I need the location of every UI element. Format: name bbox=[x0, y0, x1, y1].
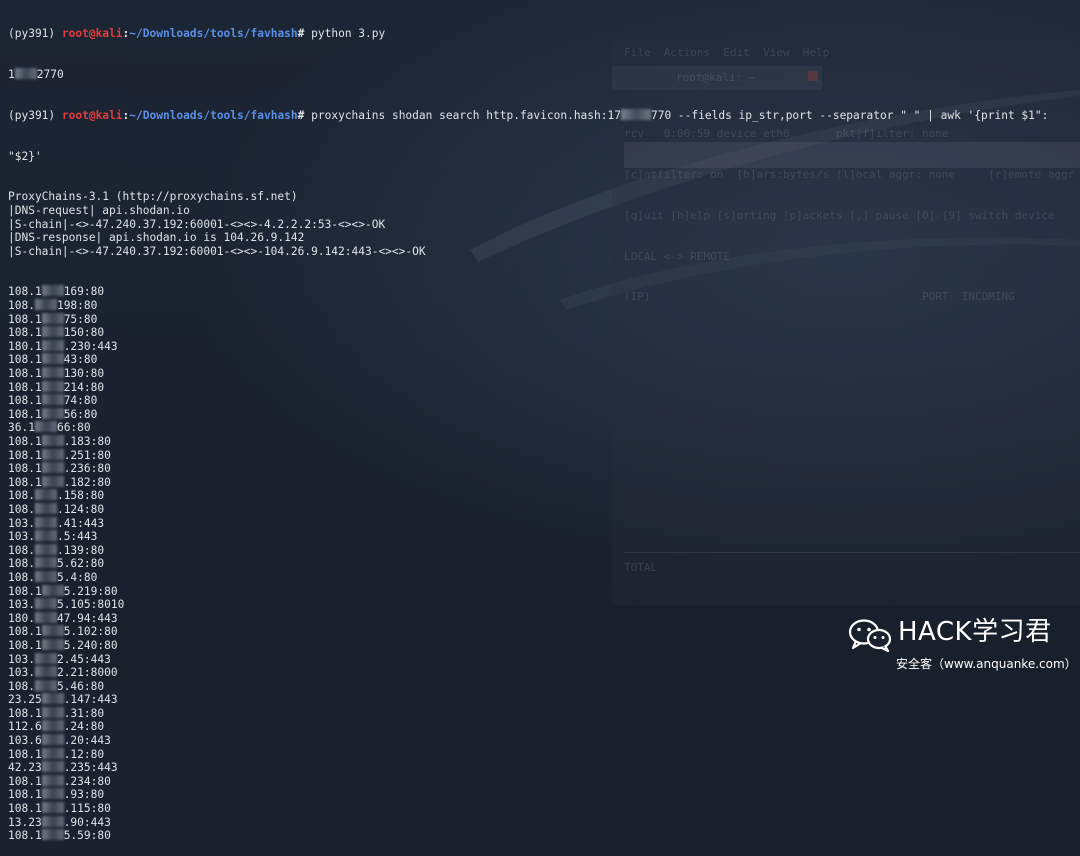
redaction-blur bbox=[34, 679, 57, 691]
redaction-blur bbox=[14, 67, 37, 79]
redaction-blur bbox=[34, 543, 57, 555]
redaction-blur bbox=[41, 747, 64, 759]
redaction-blur bbox=[41, 706, 64, 718]
result-line: 108. .158:80 bbox=[8, 489, 105, 503]
result-line: 103. .41:443 bbox=[8, 516, 105, 530]
result-line: 108.1.12:80 bbox=[8, 747, 105, 761]
redaction-blur bbox=[34, 611, 57, 623]
redaction-blur bbox=[34, 570, 57, 582]
prompt-line-2: (py391) root@kali:~/Downloads/tools/favh… bbox=[8, 108, 1049, 122]
hash-output-line: 1 2770 bbox=[8, 67, 64, 81]
result-line: 108.1 214:80 bbox=[8, 380, 105, 394]
wechat-icon bbox=[848, 619, 892, 652]
result-line: 42.23.235:443 bbox=[8, 761, 118, 775]
result-line: 108.1 5.59:80 bbox=[8, 829, 111, 843]
redaction-blur bbox=[34, 502, 57, 514]
terminal-output[interactable]: (py391) root@kali:~/Downloads/tools/favh… bbox=[8, 0, 1048, 856]
redaction-blur bbox=[41, 815, 64, 827]
result-line: 108.1.93:80 bbox=[8, 788, 105, 802]
redaction-blur bbox=[41, 720, 64, 732]
redaction-blur bbox=[41, 788, 64, 800]
result-line: 108.1.115:80 bbox=[8, 802, 111, 816]
redaction-blur bbox=[41, 584, 64, 596]
result-line: 103. 5.105:8010 bbox=[8, 598, 125, 612]
redaction-blur bbox=[41, 353, 64, 365]
result-line: 108.1.236:80 bbox=[8, 462, 111, 476]
redaction-blur bbox=[41, 829, 64, 841]
redaction-blur bbox=[34, 557, 57, 569]
redaction-blur bbox=[41, 407, 64, 419]
result-line: 112.6.24:80 bbox=[8, 720, 105, 734]
redaction-blur bbox=[41, 285, 64, 297]
redaction-blur bbox=[41, 475, 64, 487]
result-line: 103. .5:443 bbox=[8, 530, 98, 544]
result-line: 36.1 66:80 bbox=[8, 421, 91, 435]
redaction-blur bbox=[41, 734, 64, 746]
command-continuation-line: "$2}' bbox=[8, 149, 42, 163]
redaction-blur bbox=[34, 598, 57, 610]
result-line: 108.1 5.219:80 bbox=[8, 584, 118, 598]
watermark-title: HACK学习君 bbox=[898, 617, 1052, 647]
result-line: 108.1 150:80 bbox=[8, 326, 105, 340]
redaction-blur bbox=[41, 693, 64, 705]
result-line: 108. .124:80 bbox=[8, 502, 105, 516]
redaction-blur bbox=[41, 462, 64, 474]
result-line: 108. .139:80 bbox=[8, 543, 105, 557]
redaction-blur bbox=[41, 802, 64, 814]
command-text: proxychains shodan search http.favicon.h… bbox=[311, 108, 621, 122]
result-line: 108.1.234:80 bbox=[8, 774, 111, 788]
redaction-blur bbox=[34, 530, 57, 542]
result-line: 108.1.183:80 bbox=[8, 435, 111, 448]
result-line: 108.1.251:80 bbox=[8, 448, 111, 462]
redaction-blur bbox=[41, 625, 64, 637]
proxychains-output: ProxyChains-3.1 (http://proxychains.sf.n… bbox=[8, 190, 1048, 258]
result-line: 180.1.230:443 bbox=[8, 339, 118, 353]
proxychains-line: ProxyChains-3.1 (http://proxychains.sf.n… bbox=[8, 190, 298, 204]
result-line: 108.1 75:80 bbox=[8, 312, 98, 326]
result-line: 108.1 130:80 bbox=[8, 367, 105, 381]
result-line: 108.1 169:80 bbox=[8, 285, 105, 299]
redaction-blur bbox=[41, 435, 64, 446]
redaction-blur bbox=[41, 326, 64, 338]
result-line: 108. 198:80 bbox=[8, 299, 98, 313]
proxychains-line: |S-chain|-<>-47.240.37.192:60001-<><>-4.… bbox=[8, 217, 386, 231]
result-line: 23.25.147:443 bbox=[8, 693, 118, 707]
redaction-blur bbox=[41, 394, 64, 406]
wechat-watermark: HACK学习君 安全客（www.anquanke.com） bbox=[848, 612, 1077, 676]
ip-port-results: 108.1 169:80 108. 198:80 108.1 75:80 108.1 150:… bbox=[8, 285, 1048, 842]
result-line: 108.1 56:80 bbox=[8, 407, 98, 421]
redaction-blur bbox=[41, 761, 64, 773]
redaction-blur bbox=[41, 638, 64, 650]
redaction-blur bbox=[41, 367, 64, 379]
result-line: 103.6.20:443 bbox=[8, 734, 111, 748]
redaction-blur bbox=[41, 312, 64, 324]
result-line: 108. 5.62:80 bbox=[8, 557, 105, 571]
redaction-blur bbox=[41, 380, 64, 392]
proxychains-line: |DNS-request| api.shodan.io bbox=[8, 203, 190, 217]
command-text: python 3.py bbox=[311, 27, 386, 41]
watermark-subtitle: 安全客（www.anquanke.com） bbox=[896, 657, 1077, 671]
result-line: 108.1.182:80 bbox=[8, 475, 111, 489]
result-line: 108.1.31:80 bbox=[8, 706, 105, 720]
prompt-line-1: (py391) root@kali:~/Downloads/tools/favh… bbox=[8, 27, 386, 41]
result-line: 108. 5.46:80 bbox=[8, 679, 105, 693]
result-line: 13.23.90:443 bbox=[8, 815, 111, 829]
redaction-blur bbox=[34, 516, 57, 528]
result-line: 108.1 74:80 bbox=[8, 394, 98, 408]
redaction-blur bbox=[34, 489, 57, 501]
redaction-blur bbox=[41, 448, 64, 460]
redaction-blur bbox=[34, 666, 57, 678]
proxychains-line: |DNS-response| api.shodan.io is 104.26.9… bbox=[8, 231, 305, 245]
proxychains-line: |S-chain|-<>-47.240.37.192:60001-<><>-10… bbox=[8, 244, 426, 258]
redaction-blur bbox=[41, 339, 64, 351]
redaction-blur bbox=[41, 774, 64, 786]
redaction-blur bbox=[34, 652, 57, 664]
result-line: 108. 5.4:80 bbox=[8, 570, 98, 584]
redaction-blur bbox=[34, 299, 57, 311]
redaction-blur bbox=[34, 421, 57, 433]
redaction-blur bbox=[620, 108, 651, 120]
result-line: 108.1 43:80 bbox=[8, 353, 98, 367]
